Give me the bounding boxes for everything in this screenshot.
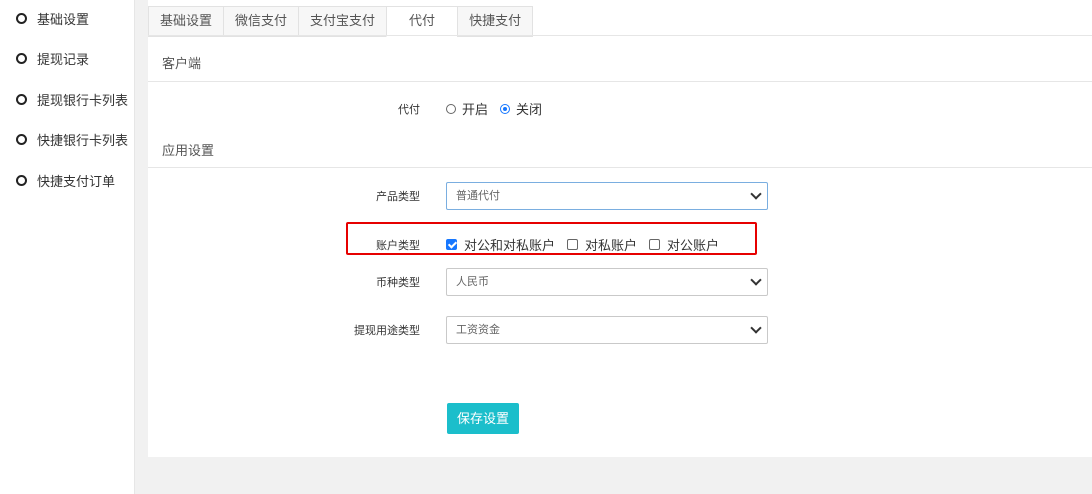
checkbox-label-public-and-private: 对公和对私账户 bbox=[464, 239, 556, 254]
divider bbox=[148, 81, 1092, 82]
sidebar: 基础设置 提现记录 提现银行卡列表 快捷银行卡列表 快捷支付订单 bbox=[0, 0, 135, 494]
chevron-down-icon bbox=[750, 274, 762, 286]
sidebar-item-withdraw-records[interactable]: 提现记录 bbox=[16, 48, 89, 68]
radio-label-off: 关闭 bbox=[516, 103, 543, 118]
section-title-client: 客户端 bbox=[162, 57, 202, 72]
divider bbox=[148, 167, 1092, 168]
divider bbox=[148, 35, 1092, 36]
sidebar-item-basic-settings[interactable]: 基础设置 bbox=[16, 8, 89, 28]
circle-icon bbox=[16, 133, 27, 145]
checkbox-private[interactable] bbox=[567, 239, 579, 250]
save-settings-button[interactable]: 保存设置 bbox=[447, 403, 519, 434]
sidebar-item-label: 提现银行卡列表 bbox=[37, 93, 129, 109]
chevron-down-icon bbox=[750, 322, 762, 334]
circle-icon bbox=[16, 52, 27, 64]
daifu-radio-off[interactable] bbox=[500, 103, 511, 114]
sidebar-item-label: 基础设置 bbox=[37, 12, 90, 28]
sidebar-item-quick-pay-orders[interactable]: 快捷支付订单 bbox=[16, 170, 115, 190]
product-type-value: 普通代付 bbox=[456, 189, 500, 202]
section-title-app: 应用设置 bbox=[162, 144, 215, 159]
tab-basic-settings[interactable]: 基础设置 bbox=[148, 6, 224, 37]
tab-quick-pay[interactable]: 快捷支付 bbox=[457, 6, 534, 37]
radio-label-on: 开启 bbox=[462, 103, 489, 118]
withdraw-purpose-label: 提现用途类型 bbox=[354, 324, 420, 337]
sidebar-item-label: 快捷银行卡列表 bbox=[37, 133, 129, 149]
circle-icon bbox=[16, 93, 27, 105]
checkbox-public[interactable] bbox=[649, 239, 661, 250]
currency-type-select[interactable]: 人民币 bbox=[446, 268, 768, 296]
daifu-label: 代付 bbox=[398, 103, 420, 116]
circle-icon bbox=[16, 174, 27, 186]
sidebar-item-quick-bank-cards[interactable]: 快捷银行卡列表 bbox=[16, 129, 128, 149]
daifu-radio-group: 开启 关闭 bbox=[446, 99, 554, 118]
checkbox-label-private: 对私账户 bbox=[585, 239, 638, 254]
settings-panel: 基础设置 微信支付 支付宝支付 代付 快捷支付 客户端 代付 开启 关闭 应用设… bbox=[148, 0, 1092, 457]
tab-wechat-pay[interactable]: 微信支付 bbox=[223, 6, 299, 37]
tab-daifu[interactable]: 代付 bbox=[386, 6, 458, 37]
currency-type-value: 人民币 bbox=[456, 275, 489, 288]
sidebar-item-withdraw-bank-cards[interactable]: 提现银行卡列表 bbox=[16, 89, 128, 109]
tab-alipay[interactable]: 支付宝支付 bbox=[298, 6, 387, 37]
sidebar-item-label: 快捷支付订单 bbox=[37, 174, 116, 190]
daifu-radio-on[interactable] bbox=[446, 103, 456, 114]
chevron-down-icon bbox=[750, 188, 762, 200]
account-type-checkbox-group: 对公和对私账户 对私账户 对公账户 bbox=[446, 235, 731, 254]
sidebar-item-label: 提现记录 bbox=[37, 52, 90, 68]
account-type-label: 账户类型 bbox=[376, 239, 420, 252]
withdraw-purpose-select[interactable]: 工资资金 bbox=[446, 316, 768, 344]
product-type-select[interactable]: 普通代付 bbox=[446, 182, 768, 210]
tab-bar: 基础设置 微信支付 支付宝支付 代付 快捷支付 bbox=[148, 6, 534, 37]
circle-icon bbox=[16, 12, 27, 24]
withdraw-purpose-value: 工资资金 bbox=[456, 323, 500, 336]
product-type-label: 产品类型 bbox=[376, 190, 420, 203]
checkbox-label-public: 对公账户 bbox=[667, 239, 720, 254]
currency-type-label: 币种类型 bbox=[376, 276, 420, 289]
checkbox-public-and-private[interactable] bbox=[446, 239, 457, 250]
